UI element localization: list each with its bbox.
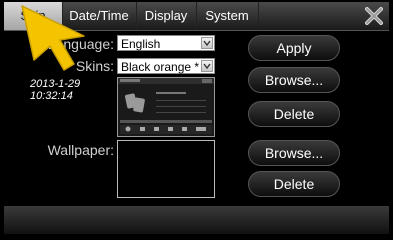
wallpaper-label: Wallpaper:: [47, 142, 114, 158]
skins-select[interactable]: Black orange *: [117, 58, 215, 74]
close-icon: [365, 7, 383, 25]
clock-date: 2013-1-29: [30, 78, 81, 90]
skins-select-value: Black orange *: [121, 60, 200, 74]
tab-system[interactable]: System: [196, 2, 259, 30]
browse-wallpaper-button[interactable]: Browse...: [248, 140, 340, 166]
language-select[interactable]: English: [117, 35, 215, 51]
tab-bar: Skin Date/Time Display System: [4, 2, 389, 31]
chevron-down-icon: [201, 37, 213, 49]
clock-readout: 2013-1-29 10:32:14: [30, 78, 80, 102]
tab-date-time[interactable]: Date/Time: [62, 2, 137, 30]
tab-display[interactable]: Display: [136, 2, 197, 30]
skins-label: Skins:: [75, 58, 114, 74]
skin-preview-image: [117, 77, 215, 137]
close-button[interactable]: [359, 2, 389, 30]
browse-skin-button[interactable]: Browse...: [248, 67, 340, 93]
chevron-down-icon: [201, 60, 213, 72]
language-select-value: English: [121, 37, 161, 51]
delete-wallpaper-button[interactable]: Delete: [248, 171, 340, 197]
clock-time: 10:32:14: [30, 90, 73, 102]
language-label: Language:: [47, 36, 114, 52]
wallpaper-preview: [117, 140, 215, 198]
delete-skin-button[interactable]: Delete: [248, 101, 340, 127]
apply-button[interactable]: Apply: [248, 35, 340, 61]
tab-skin[interactable]: Skin: [4, 2, 63, 30]
skin-settings-screen: Skin Date/Time Display System Language: …: [0, 0, 393, 240]
bottom-bar: [4, 206, 389, 234]
